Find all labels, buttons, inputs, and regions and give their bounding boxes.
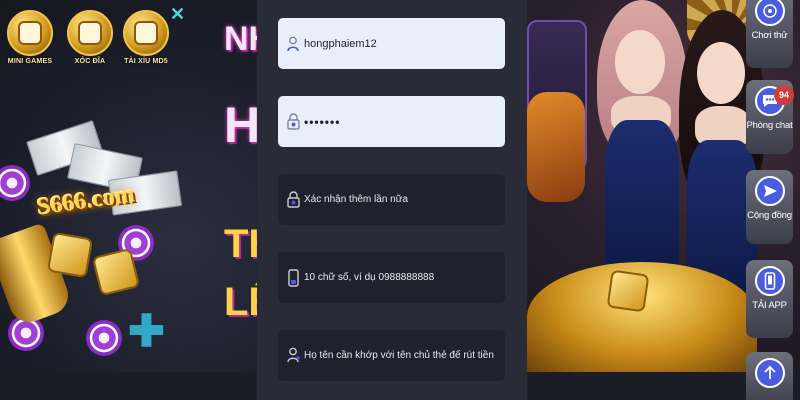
- play-demo-label: Chơi thử: [751, 30, 788, 41]
- dice-decoration: [46, 231, 94, 279]
- confirm-password-input[interactable]: [304, 194, 504, 205]
- phone-input[interactable]: [304, 272, 504, 283]
- xoc-dia-label: XÓC ĐĨA: [74, 58, 106, 65]
- phone-icon: [286, 268, 300, 288]
- confirm-password-field[interactable]: [278, 174, 505, 225]
- play-demo-button[interactable]: Chơi thử: [746, 0, 793, 68]
- registration-form: hongphaiem12 •••••••: [257, 0, 527, 400]
- download-app-label: TẢI APP: [752, 300, 787, 311]
- lock-icon: [286, 112, 300, 132]
- x-decoration-icon: ✕: [170, 4, 186, 24]
- headline-fragment: TH: [224, 222, 257, 266]
- community-label: Cộng đồng: [747, 210, 792, 221]
- promo-headline: NH H TH LÊ: [218, 10, 257, 340]
- chat-notification-badge: 94: [774, 85, 794, 105]
- user-icon: [286, 34, 300, 54]
- mini-games-icon[interactable]: MINI GAMES: [4, 10, 56, 82]
- user-add-icon: [286, 346, 300, 366]
- headline-fragment: LÊ: [224, 280, 257, 324]
- mini-games-label: MINI GAMES: [7, 58, 53, 65]
- casino-chip-decoration: [86, 320, 122, 356]
- headline-fragment: H: [224, 97, 257, 153]
- tai-xiu-md5-label: TÀI XỈU MD5: [124, 58, 168, 65]
- mobile-icon: [754, 266, 785, 296]
- password-field[interactable]: •••••••: [278, 96, 505, 147]
- headline-fragment: NH: [224, 20, 257, 58]
- left-promo-banner: MINI GAMES XÓC ĐĨA TÀI XỈU MD5 ✕ S666.co…: [0, 0, 257, 400]
- fullname-input[interactable]: [304, 350, 504, 361]
- dice-decoration: [606, 269, 650, 313]
- send-icon: [754, 176, 785, 206]
- fullname-field[interactable]: [278, 330, 505, 381]
- xoc-dia-icon[interactable]: XÓC ĐĨA: [64, 10, 116, 82]
- brand-logo: S666.com: [35, 181, 137, 221]
- dragon-decoration: [527, 92, 585, 202]
- tai-xiu-md5-icon[interactable]: TÀI XỈU MD5: [120, 10, 172, 82]
- arrow-up-icon: [754, 358, 785, 388]
- username-field[interactable]: hongphaiem12: [278, 18, 505, 69]
- left-base-strip: [0, 372, 257, 400]
- chat-room-label: Phòng chat: [746, 120, 793, 131]
- lock-icon: [286, 190, 300, 210]
- scroll-top-button[interactable]: [746, 352, 793, 400]
- game-icon: [754, 0, 785, 26]
- phone-field[interactable]: [278, 252, 505, 303]
- plus-decoration-icon: ✚: [128, 307, 165, 356]
- community-button[interactable]: Cộng đồng: [746, 170, 793, 244]
- password-value: •••••••: [304, 114, 341, 129]
- username-value: hongphaiem12: [304, 37, 377, 50]
- download-app-button[interactable]: TẢI APP: [746, 260, 793, 338]
